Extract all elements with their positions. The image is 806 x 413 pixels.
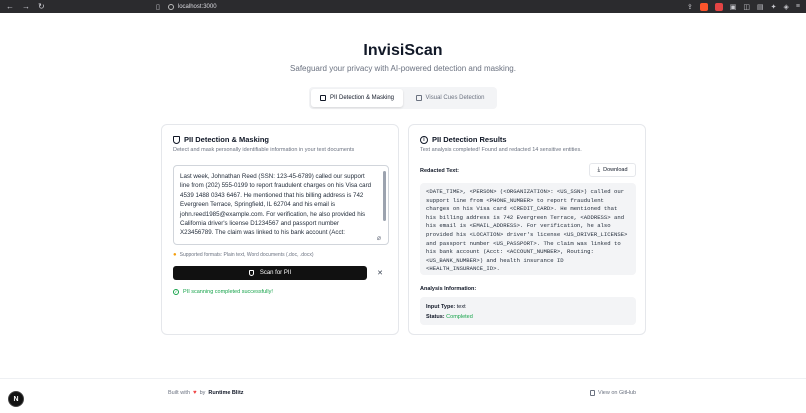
- card-title: i PII Detection Results: [420, 135, 507, 144]
- github-link-text: View on GitHub: [598, 390, 637, 396]
- site-info-icon[interactable]: [167, 3, 174, 10]
- analysis-info-box: Input Type: text Status: Completed: [420, 297, 636, 325]
- card-title-text: PII Detection Results: [432, 135, 507, 144]
- textarea-scrollbar[interactable]: [383, 167, 386, 239]
- browser-actions: ⇪ ▣ ◫ ▤ ✦ ◈ ≡: [687, 2, 800, 11]
- browser-toolbar: ← → ↻ ▯ localhost:3000 ⇪ ▣ ◫ ▤ ✦ ◈ ≡: [0, 0, 806, 13]
- check-circle-icon: ✓: [173, 289, 179, 295]
- heart-icon: ♥: [193, 390, 197, 396]
- share-icon[interactable]: ⇪: [687, 3, 693, 11]
- success-message: ✓ PII scanning completed successfully!: [173, 289, 273, 295]
- download-button[interactable]: ⤓ Download: [589, 163, 636, 177]
- footer-credits: Built with ♥ by Runtime Blitz: [168, 390, 244, 396]
- vpn-icon[interactable]: ◈: [784, 3, 789, 11]
- status-row: Status: Completed: [426, 312, 630, 322]
- scan-button-label: Scan for PII: [259, 270, 292, 276]
- download-icon: ⤓: [597, 166, 601, 173]
- reload-icon[interactable]: ↻: [38, 2, 45, 11]
- brave-shield-icon[interactable]: [699, 2, 708, 11]
- scrollbar-thumb[interactable]: [383, 171, 386, 221]
- supported-formats-text: Supported formats: Plain text, Word docu…: [179, 252, 314, 258]
- wallet-icon[interactable]: ▤: [757, 3, 764, 11]
- tab-label: Visual Cues Detection: [425, 95, 485, 101]
- card-title: PII Detection & Masking: [173, 135, 269, 144]
- status-key: Status:: [426, 314, 445, 320]
- back-icon[interactable]: ←: [6, 2, 14, 11]
- tab-pii-detection[interactable]: PII Detection & Masking: [311, 89, 403, 107]
- page-subtitle: Safeguard your privacy with AI-powered d…: [290, 64, 516, 73]
- status-value: Completed: [446, 314, 473, 320]
- shield-icon: [248, 270, 254, 276]
- sidebar-icon[interactable]: ◫: [743, 3, 750, 11]
- clear-button[interactable]: ✕: [371, 266, 389, 280]
- pii-results-card: i PII Detection Results Text analysis co…: [408, 124, 646, 335]
- lightbulb-icon: ●: [173, 252, 177, 258]
- pii-input-card: PII Detection & Masking Detect and mask …: [161, 124, 399, 335]
- tab-visual-cues[interactable]: Visual Cues Detection: [405, 89, 495, 107]
- leo-icon[interactable]: ✦: [771, 3, 777, 11]
- analysis-info-label: Analysis Information:: [420, 286, 477, 292]
- input-type-row: Input Type: text: [426, 302, 630, 312]
- redacted-text-output: <DATE_TIME>, <PERSON> (<ORGANIZATION>: <…: [420, 183, 636, 275]
- address-bar[interactable]: localhost:3000: [167, 3, 687, 10]
- info-icon: i: [420, 135, 428, 144]
- by-text: by: [199, 390, 206, 396]
- attach-file-icon[interactable]: ⌀: [377, 234, 381, 242]
- mode-tabs: PII Detection & Masking Visual Cues Dete…: [309, 87, 497, 109]
- input-type-value: text: [456, 304, 466, 310]
- scan-for-pii-button[interactable]: Scan for PII: [173, 266, 367, 280]
- footer-divider: [0, 378, 806, 379]
- forward-icon[interactable]: →: [22, 2, 30, 11]
- card-title-text: PII Detection & Masking: [184, 135, 270, 144]
- text-input[interactable]: Last week, Johnathan Reed (SSN: 123-45-6…: [173, 165, 389, 245]
- nextjs-dev-badge[interactable]: N: [8, 391, 24, 407]
- card-description: Detect and mask personally identifiable …: [173, 147, 355, 153]
- page-title: InvisiScan: [363, 42, 443, 59]
- download-button-label: Download: [603, 167, 628, 173]
- extensions-icon[interactable]: ▣: [730, 3, 737, 11]
- github-link[interactable]: View on GitHub: [590, 390, 636, 396]
- card-description: Text analysis completed! Found and redac…: [420, 147, 582, 153]
- supported-formats: ● Supported formats: Plain text, Word do…: [173, 252, 313, 258]
- brave-rewards-icon[interactable]: [714, 2, 723, 11]
- menu-icon[interactable]: ≡: [796, 3, 800, 10]
- tab-label: PII Detection & Masking: [329, 95, 395, 101]
- built-with-text: Built with: [168, 390, 191, 396]
- browser-nav: ← → ↻: [6, 2, 156, 11]
- github-icon: [590, 390, 595, 396]
- input-type-key: Input Type:: [426, 304, 456, 310]
- address-bar-url: localhost:3000: [177, 3, 217, 10]
- bookmark-icon[interactable]: ▯: [156, 3, 160, 11]
- shield-icon: [173, 135, 180, 144]
- redacted-text-label: Redacted Text:: [420, 168, 460, 174]
- image-icon: [415, 95, 422, 101]
- document-icon: [319, 95, 326, 101]
- brand-link[interactable]: Runtime Blitz: [208, 390, 243, 396]
- success-message-text: PII scanning completed successfully!: [183, 289, 273, 295]
